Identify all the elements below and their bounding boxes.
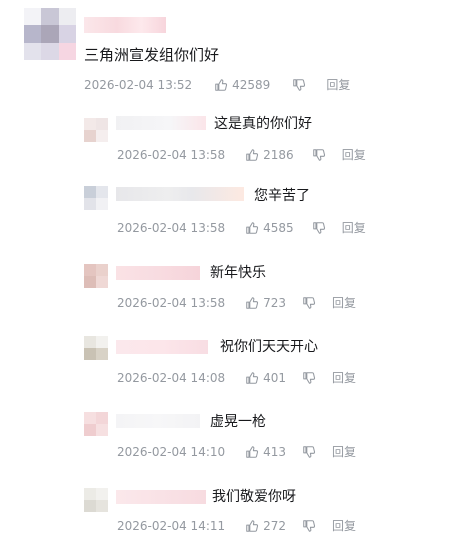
reply-button[interactable]: 回复 <box>332 369 356 386</box>
thumbs-down-icon[interactable] <box>302 445 316 459</box>
reply-meta: 2026-02-04 14:10 413 回复 <box>117 443 356 460</box>
reply-text: 我们敬爱你呀 <box>212 489 296 505</box>
reply-time: 2026-02-04 14:10 <box>117 444 226 459</box>
username-blurred[interactable] <box>116 116 206 130</box>
thumbs-down-icon[interactable] <box>312 221 326 235</box>
avatar[interactable] <box>24 8 76 60</box>
avatar[interactable] <box>84 336 108 360</box>
like-count: 413 <box>263 444 287 459</box>
thumbs-down-icon[interactable] <box>292 78 306 92</box>
thumbs-down-icon[interactable] <box>312 148 326 162</box>
thumbs-up-icon[interactable] <box>214 78 228 92</box>
like-count: 401 <box>263 370 287 385</box>
like-count: 4585 <box>263 220 294 235</box>
reply-button[interactable]: 回复 <box>332 294 356 311</box>
username-blurred[interactable] <box>116 340 208 354</box>
thumbs-up-icon[interactable] <box>245 148 259 162</box>
thumbs-up-icon[interactable] <box>245 445 259 459</box>
reply-text: 您辛苦了 <box>254 188 310 204</box>
comment-text: 三角洲宣发组你们好 <box>84 46 220 64</box>
reply-text: 这是真的你们好 <box>214 116 312 132</box>
username-blurred[interactable] <box>116 187 244 201</box>
reply-time: 2026-02-04 13:58 <box>117 220 226 235</box>
avatar[interactable] <box>84 264 108 288</box>
comment-time: 2026-02-04 13:52 <box>84 77 193 92</box>
reply-time: 2026-02-04 13:58 <box>117 147 226 162</box>
reply-meta: 2026-02-04 13:58 2186 回复 <box>117 146 366 163</box>
reply-time: 2026-02-04 14:08 <box>117 370 226 385</box>
reply-button[interactable]: 回复 <box>332 517 356 534</box>
reply-meta: 2026-02-04 13:58 4585 回复 <box>117 219 366 236</box>
thumbs-up-icon[interactable] <box>245 519 259 533</box>
thumbs-down-icon[interactable] <box>302 519 316 533</box>
reply-time: 2026-02-04 13:58 <box>117 295 226 310</box>
like-count: 272 <box>263 518 287 533</box>
reply-meta: 2026-02-04 13:58 723 回复 <box>117 294 356 311</box>
reply-meta: 2026-02-04 14:08 401 回复 <box>117 369 356 386</box>
like-count: 723 <box>263 295 287 310</box>
reply-text: 祝你们天天开心 <box>220 339 318 355</box>
thumbs-up-icon[interactable] <box>245 296 259 310</box>
comment-meta: 2026-02-04 13:52 42589 回复 <box>84 76 350 93</box>
avatar[interactable] <box>84 118 108 142</box>
avatar[interactable] <box>84 186 108 210</box>
reply-button[interactable]: 回复 <box>326 76 350 93</box>
reply-time: 2026-02-04 14:11 <box>117 518 226 533</box>
thumbs-down-icon[interactable] <box>302 296 316 310</box>
reply-text: 虚晃一枪 <box>210 414 266 430</box>
username-blurred[interactable] <box>116 266 200 280</box>
username-blurred[interactable] <box>116 414 200 428</box>
like-count: 42589 <box>232 77 271 92</box>
reply-button[interactable]: 回复 <box>342 146 366 163</box>
username-blurred[interactable] <box>84 17 166 33</box>
avatar[interactable] <box>84 412 108 436</box>
avatar[interactable] <box>84 488 108 512</box>
reply-text: 新年快乐 <box>210 265 266 281</box>
username-blurred[interactable] <box>116 490 206 504</box>
thumbs-up-icon[interactable] <box>245 371 259 385</box>
reply-meta: 2026-02-04 14:11 272 回复 <box>117 517 356 534</box>
thumbs-up-icon[interactable] <box>245 221 259 235</box>
thumbs-down-icon[interactable] <box>302 371 316 385</box>
like-count: 2186 <box>263 147 294 162</box>
reply-button[interactable]: 回复 <box>332 443 356 460</box>
reply-button[interactable]: 回复 <box>342 219 366 236</box>
